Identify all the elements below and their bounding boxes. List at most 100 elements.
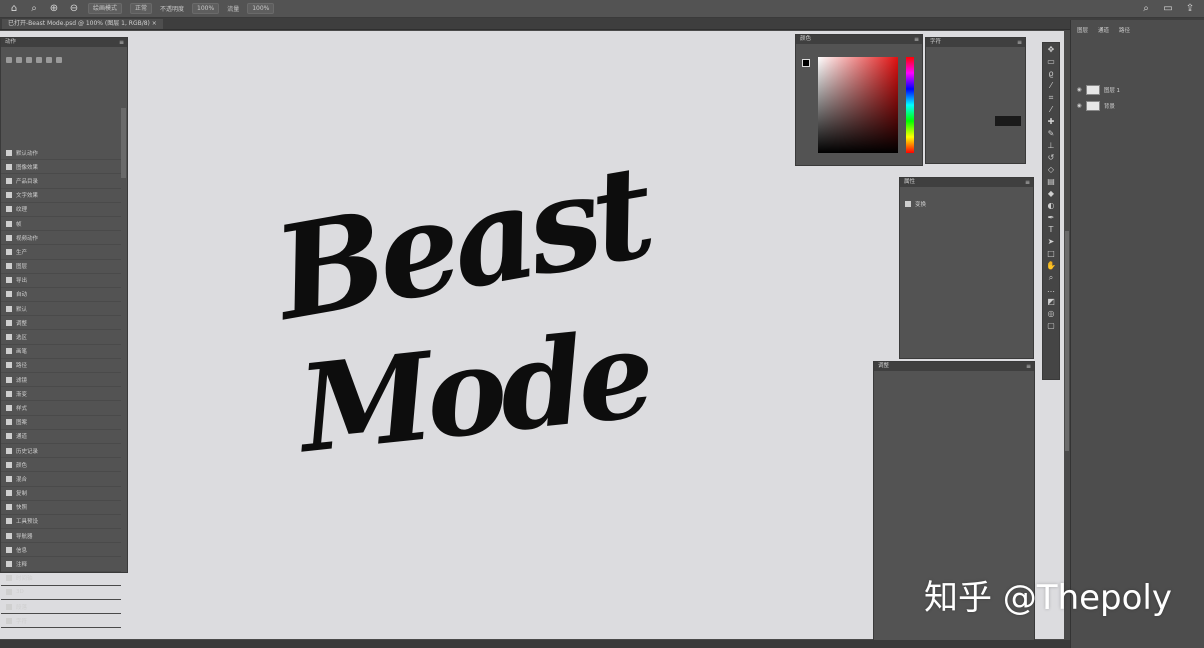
action-item[interactable]: 混合 (1, 472, 121, 487)
zoom-out-icon[interactable]: ⊖ (68, 3, 80, 15)
eye-icon[interactable]: ◉ (1077, 103, 1082, 109)
action-item[interactable]: 导航器 (1, 529, 121, 544)
zoom-tool-icon[interactable]: ⌕ (1044, 272, 1058, 283)
action-item[interactable]: 选区 (1, 330, 121, 345)
action-icon (6, 277, 12, 284)
action-item[interactable]: 画笔 (1, 345, 121, 359)
history-brush-tool-icon[interactable]: ↺ (1044, 152, 1058, 163)
action-item[interactable]: 复制 (1, 487, 121, 501)
workspace-icon[interactable]: ▭ (1162, 3, 1174, 15)
record-icon[interactable] (16, 57, 22, 63)
text-color-swatch[interactable] (995, 116, 1021, 126)
lasso-tool-icon[interactable]: ϱ (1044, 68, 1058, 79)
saturation-field[interactable] (818, 57, 898, 153)
properties-panel: 属性 ≡ 变换 (899, 177, 1034, 359)
foreground-swatch[interactable] (802, 59, 810, 67)
action-item[interactable]: 图案 (1, 416, 121, 430)
stop-icon[interactable] (6, 57, 12, 63)
type-tool-icon[interactable]: T (1044, 224, 1058, 235)
play-icon[interactable] (26, 57, 32, 63)
marquee-tool-icon[interactable]: ▭ (1044, 56, 1058, 67)
eyedropper-tool-icon[interactable]: ⁄ (1044, 104, 1058, 115)
flow-value[interactable]: 100% (247, 3, 275, 14)
action-item[interactable]: 生产 (1, 245, 121, 260)
action-item[interactable]: 3D (1, 586, 121, 600)
action-item[interactable]: 产品目录 (1, 174, 121, 189)
action-item[interactable]: 样式 (1, 401, 121, 416)
action-item[interactable]: 文字效果 (1, 189, 121, 203)
panel-menu-icon[interactable]: ≡ (1026, 362, 1031, 371)
shape-tool-icon[interactable]: □ (1044, 248, 1058, 259)
tab-channels[interactable]: 通道 (1098, 26, 1109, 34)
panel-menu-icon[interactable]: ≡ (119, 38, 124, 47)
layer-row[interactable]: ◉ 背景 (1071, 98, 1204, 114)
document-tab[interactable]: 已打开-Beast Mode.psd @ 100% (图层 1, RGB/8) … (2, 19, 163, 29)
action-item[interactable]: 字符 (1, 614, 121, 629)
dodge-tool-icon[interactable]: ◐ (1044, 200, 1058, 211)
crop-tool-icon[interactable]: ⌗ (1044, 92, 1058, 103)
action-item[interactable]: 工具预设 (1, 515, 121, 530)
new-action-icon[interactable] (46, 57, 52, 63)
action-item[interactable]: 信息 (1, 543, 121, 558)
zoom-in-icon[interactable]: ⊕ (48, 3, 60, 15)
panel-menu-icon[interactable]: ≡ (1017, 38, 1022, 47)
action-item[interactable]: 默认动作 (1, 146, 121, 161)
hue-slider[interactable] (906, 57, 914, 153)
action-item[interactable]: 导出 (1, 274, 121, 288)
screen-mode-icon[interactable]: ▢ (1044, 320, 1058, 331)
action-item[interactable]: 段落 (1, 600, 121, 615)
canvas-scroll-thumb[interactable] (1065, 231, 1069, 451)
home-icon[interactable]: ⌂ (8, 3, 20, 15)
lettering-artwork[interactable]: Beast Mode (255, 137, 765, 560)
brush-tool-icon[interactable]: ✎ (1044, 128, 1058, 139)
action-icon (6, 362, 12, 369)
action-item[interactable]: 视频动作 (1, 231, 121, 246)
stamp-tool-icon[interactable]: ⊥ (1044, 140, 1058, 151)
action-item[interactable]: 通道 (1, 430, 121, 444)
action-item[interactable]: 历史记录 (1, 444, 121, 459)
action-item[interactable]: 调整 (1, 316, 121, 331)
eye-icon[interactable]: ◉ (1077, 87, 1082, 93)
tab-layers[interactable]: 图层 (1077, 26, 1088, 34)
layer-row[interactable]: ◉ 图层 1 (1071, 82, 1204, 98)
action-label: 渐变 (16, 391, 28, 398)
panel-menu-icon[interactable]: ≡ (914, 35, 919, 44)
eraser-tool-icon[interactable]: ◇ (1044, 164, 1058, 175)
pen-tool-icon[interactable]: ✒ (1044, 212, 1058, 223)
action-item[interactable]: 自动 (1, 288, 121, 303)
action-item[interactable]: 快照 (1, 501, 121, 515)
share-icon[interactable]: ⇪ (1184, 3, 1196, 15)
action-item[interactable]: 注释 (1, 557, 121, 572)
actions-scrollbar[interactable] (121, 108, 126, 178)
gradient-tool-icon[interactable]: ▤ (1044, 176, 1058, 187)
path-select-tool-icon[interactable]: ➤ (1044, 236, 1058, 247)
magic-wand-tool-icon[interactable]: ⁄ (1044, 80, 1058, 91)
opacity-value[interactable]: 100% (192, 3, 220, 14)
action-icon (6, 475, 12, 482)
blur-tool-icon[interactable]: ◆ (1044, 188, 1058, 199)
action-item[interactable]: 帧 (1, 217, 121, 232)
healing-tool-icon[interactable]: ✚ (1044, 116, 1058, 127)
action-item[interactable]: 图像效果 (1, 160, 121, 175)
more-tools-icon[interactable]: … (1044, 284, 1058, 295)
action-item[interactable]: 图层 (1, 260, 121, 274)
action-item[interactable]: 纹理 (1, 203, 121, 217)
tab-paths[interactable]: 路径 (1119, 26, 1130, 34)
action-item[interactable]: 时间轴 (1, 572, 121, 586)
action-item[interactable]: 渐变 (1, 387, 121, 402)
delete-icon[interactable] (56, 57, 62, 63)
panel-menu-icon[interactable]: ≡ (1025, 178, 1030, 187)
hand-tool-icon[interactable]: ✋ (1044, 260, 1058, 271)
move-tool-icon[interactable]: ✥ (1044, 44, 1058, 55)
quick-mask-icon[interactable]: ◎ (1044, 308, 1058, 319)
color-swatches-icon[interactable]: ◩ (1044, 296, 1058, 307)
zoom-icon[interactable]: ⌕ (28, 3, 40, 15)
new-set-icon[interactable] (36, 57, 42, 63)
action-item[interactable]: 默认 (1, 302, 121, 317)
action-item[interactable]: 颜色 (1, 458, 121, 473)
mode-label[interactable]: 绘画模式 (88, 3, 123, 14)
action-item[interactable]: 路径 (1, 359, 121, 373)
search-icon[interactable]: ⌕ (1140, 3, 1152, 15)
action-item[interactable]: 滤镜 (1, 373, 121, 388)
mode-select[interactable]: 正常 (130, 3, 153, 14)
